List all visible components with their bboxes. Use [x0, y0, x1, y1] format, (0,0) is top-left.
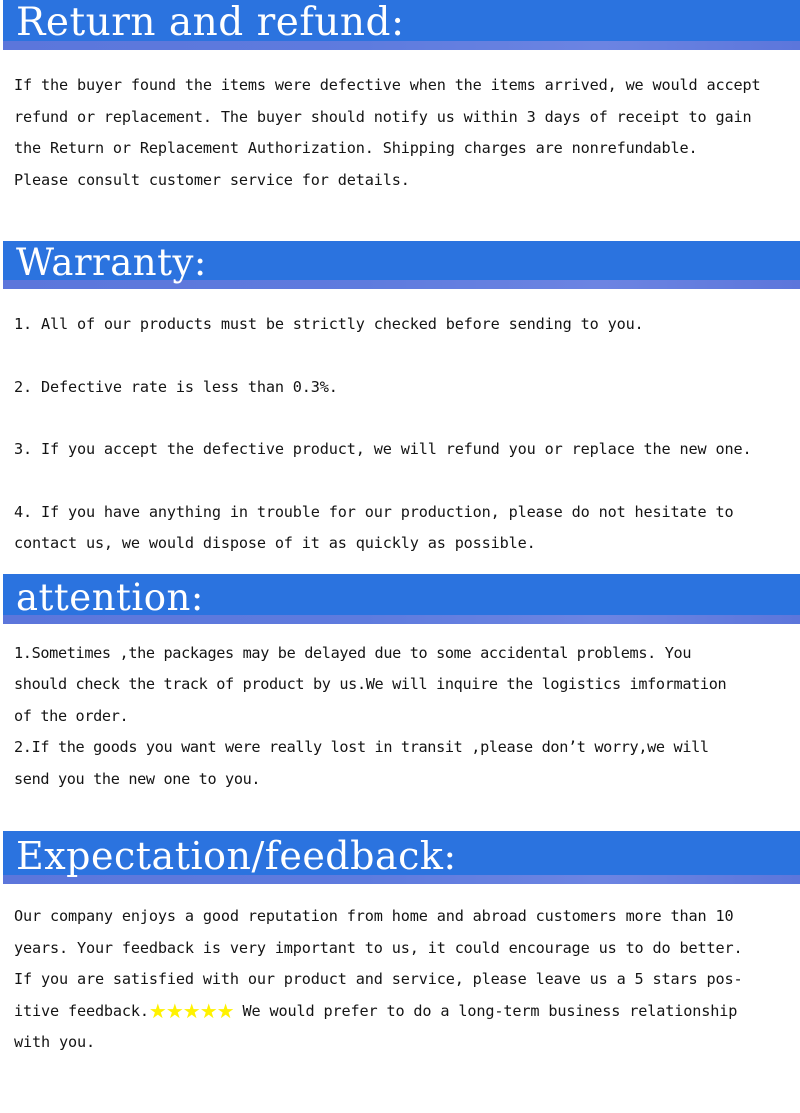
body-line: If the buyer found the items were defect… [14, 76, 761, 94]
section-banner-warranty: Warranty: [3, 241, 800, 289]
warranty-item-4-cont: contact us, we would dispose of it as qu… [14, 534, 536, 552]
attention-item-1: 1.Sometimes ,the packages may be delayed… [14, 643, 692, 662]
body-line-with-rating: itive feedback.★★★★★ We would prefer to … [14, 998, 738, 1023]
section-body-attention: 1.Sometimes ,the packages may be delayed… [0, 638, 800, 796]
feedback-text-prefix: itive feedback. [14, 1001, 149, 1020]
body-line: the Return or Replacement Authorization.… [14, 139, 698, 157]
warranty-item-3: 3. If you accept the defective product, … [14, 440, 752, 458]
section-body-warranty: 1. All of our products must be strictly … [0, 309, 800, 560]
warranty-item-2: 2. Defective rate is less than 0.3%. [14, 377, 338, 396]
product-policy-page: Return and refund: If the buyer found th… [0, 0, 800, 1113]
section-title-return-and-refund: Return and refund: [16, 0, 405, 45]
section-banner-attention: attention: [3, 573, 800, 624]
attention-item-2-cont: send you the new one to you. [14, 769, 261, 788]
body-line: with you. [14, 1033, 95, 1051]
section-title-attention: attention: [16, 575, 204, 619]
body-line: refund or replacement. The buyer should … [14, 107, 752, 126]
body-line: years. Your feedback is very important t… [14, 938, 743, 957]
section-body-expectation-feedback: Our company enjoys a good reputation fro… [0, 901, 800, 1059]
attention-item-1-cont-1: should check the track of product by us.… [14, 675, 727, 693]
section-body-return-and-refund: If the buyer found the items were defect… [0, 70, 800, 196]
section-title-warranty: Warranty: [16, 241, 207, 284]
section-banner-return-and-refund: Return and refund: [3, 0, 800, 50]
body-line: Please consult customer service for deta… [14, 170, 410, 189]
section-title-expectation-feedback: Expectation/feedback: [16, 834, 457, 878]
body-line: Our company enjoys a good reputation fro… [14, 907, 734, 925]
feedback-text-suffix: We would prefer to do a long-term busine… [233, 1001, 738, 1020]
warranty-item-4: 4. If you have anything in trouble for o… [14, 502, 734, 521]
body-line: If you are satisfied with our product an… [14, 970, 743, 988]
warranty-item-1: 1. All of our products must be strictly … [14, 315, 644, 333]
attention-item-1-cont-2: of the order. [14, 706, 129, 725]
attention-item-2: 2.If the goods you want were really lost… [14, 738, 709, 756]
section-banner-expectation-feedback: Expectation/feedback: [3, 831, 800, 884]
